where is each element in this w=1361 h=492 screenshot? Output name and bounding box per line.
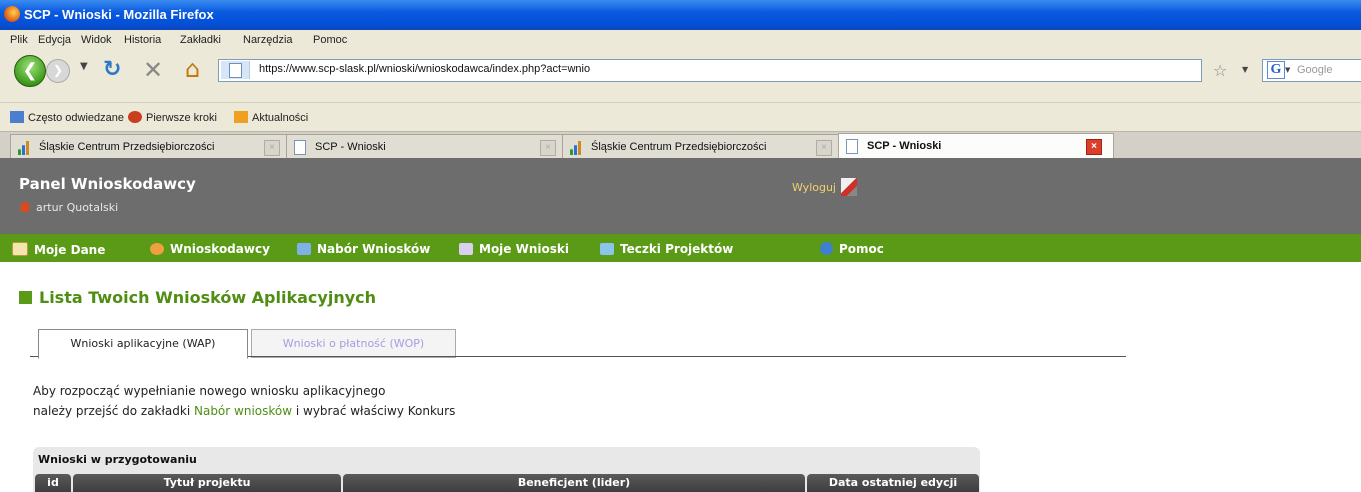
stop-icon[interactable]: ✕ [143,56,163,84]
window-titlebar: SCP - Wnioski - Mozilla Firefox [0,0,1361,30]
menu-edycja[interactable]: Edycja [38,34,71,46]
bookmarks-toolbar: Często odwiedzane Pierwsze kroki Aktualn… [0,102,1361,131]
history-dropdown-icon[interactable]: ▼ [80,61,88,72]
nav-teczki-projektow[interactable]: Teczki Projektów [600,242,733,256]
rss-feed-icon [234,111,248,123]
edit-document-icon [459,243,473,255]
forward-button[interactable]: ❯ [46,59,70,83]
main-nav: Moje Dane Wnioskodawcy Nabór Wniosków Mo… [0,234,1361,262]
help-icon [820,242,833,255]
logout-icon[interactable] [841,178,857,196]
users-icon [150,243,164,255]
search-placeholder: Google [1297,64,1333,76]
nav-moje-dane[interactable]: Moje Dane [12,242,105,257]
nabor-wnioskow-link[interactable]: Nabór wniosków [194,404,292,418]
close-tab-icon[interactable]: × [540,140,556,156]
bookmark-aktualnosci[interactable]: Aktualności [234,111,308,124]
column-title[interactable]: Tytuł projektu [73,474,341,492]
info-text: Aby rozpocząć wypełnianie nowego wniosku… [33,384,456,418]
reload-icon[interactable]: ↻ [103,57,121,82]
close-tab-icon[interactable]: × [816,140,832,156]
folder-icon [600,243,614,255]
logout-link[interactable]: Wyloguj [792,178,857,196]
tab-strip: Śląskie Centrum Przedsiębiorczości × SCP… [0,131,1361,160]
id-card-icon [12,242,28,256]
table-caption: Wnioski w przygotowaniu [38,453,197,466]
menu-bar: Plik Edycja Widok Historia Zakładki Narz… [0,30,1361,50]
home-icon [19,201,31,212]
home-icon[interactable]: ⌂ [185,55,200,83]
site-favicon-icon [18,141,30,155]
panel-title: Panel Wnioskodawcy [19,175,196,193]
nav-nabor-wnioskow[interactable]: Nabór Wniosków [297,242,430,256]
navigation-toolbar: ❮ ❯ ▼ ↻ ✕ ⌂ https://www.scp-slask.pl/wni… [0,50,1361,102]
close-tab-icon[interactable]: × [264,140,280,156]
menu-widok[interactable]: Widok [81,34,112,46]
menu-pomoc[interactable]: Pomoc [313,34,347,46]
search-engine-dropdown-icon[interactable]: ▼ [1285,66,1290,74]
heading-bullet-icon [19,291,32,304]
column-beneficiary[interactable]: Beneficjent (lider) [343,474,805,492]
google-icon[interactable]: G [1267,61,1285,79]
user-info: artur Quotalski [19,201,118,214]
bookmark-star-icon[interactable]: ☆ [1213,61,1227,80]
close-tab-icon[interactable]: × [1086,139,1102,155]
smart-folder-icon [10,111,24,123]
tab-wop[interactable]: Wnioski o płatność (WOP) [251,329,456,358]
nav-moje-wnioski[interactable]: Moje Wnioski [459,242,569,256]
window-title: SCP - Wnioski - Mozilla Firefox [24,7,214,22]
tab-wap[interactable]: Wnioski aplikacyjne (WAP) [38,329,248,359]
column-id[interactable]: id [35,474,71,492]
firefox-logo-icon [4,6,20,22]
column-last-edit[interactable]: Data ostatniej edycji [807,474,979,492]
table-header: id Tytuł projektu Beneficjent (lider) Da… [33,474,980,492]
site-favicon-icon [570,141,582,155]
document-list-icon [297,243,311,255]
tab-scp-home-2[interactable]: Śląskie Centrum Przedsiębiorczości × [562,134,839,159]
url-text[interactable]: https://www.scp-slask.pl/wnioski/wniosko… [259,63,590,75]
url-dropdown-icon[interactable]: ▼ [1242,65,1248,74]
page-icon [846,139,858,154]
site-header: Panel Wnioskodawcy artur Quotalski Wylog… [0,158,1361,234]
address-bar[interactable]: https://www.scp-slask.pl/wnioski/wniosko… [218,59,1202,82]
search-input[interactable]: G ▼ Google [1262,59,1361,82]
tab-scp-home-1[interactable]: Śląskie Centrum Przedsiębiorczości × [10,134,287,159]
tab-scp-wnioski-1[interactable]: SCP - Wnioski × [286,134,563,159]
tab-scp-wnioski-active[interactable]: SCP - Wnioski × [838,133,1114,160]
menu-narzedzia[interactable]: Narzędzia [243,34,293,46]
bookmark-czesto-odwiedzane[interactable]: Często odwiedzane [10,111,124,124]
menu-plik[interactable]: Plik [10,34,28,46]
menu-historia[interactable]: Historia [124,34,161,46]
nav-wnioskodawcy[interactable]: Wnioskodawcy [150,242,270,256]
nav-pomoc[interactable]: Pomoc [820,242,884,256]
page-title: Lista Twoich Wniosków Aplikacyjnych [19,288,376,307]
menu-zakladki[interactable]: Zakładki [180,34,221,46]
drafts-table: Wnioski w przygotowaniu id Tytuł projekt… [33,447,980,492]
back-button[interactable]: ❮ [14,55,46,87]
firefox-bookmark-icon [128,111,142,123]
user-name: artur Quotalski [36,201,119,214]
bookmark-pierwsze-kroki[interactable]: Pierwsze kroki [128,111,217,124]
site-identity-icon[interactable] [221,61,250,79]
page-icon [294,140,306,155]
